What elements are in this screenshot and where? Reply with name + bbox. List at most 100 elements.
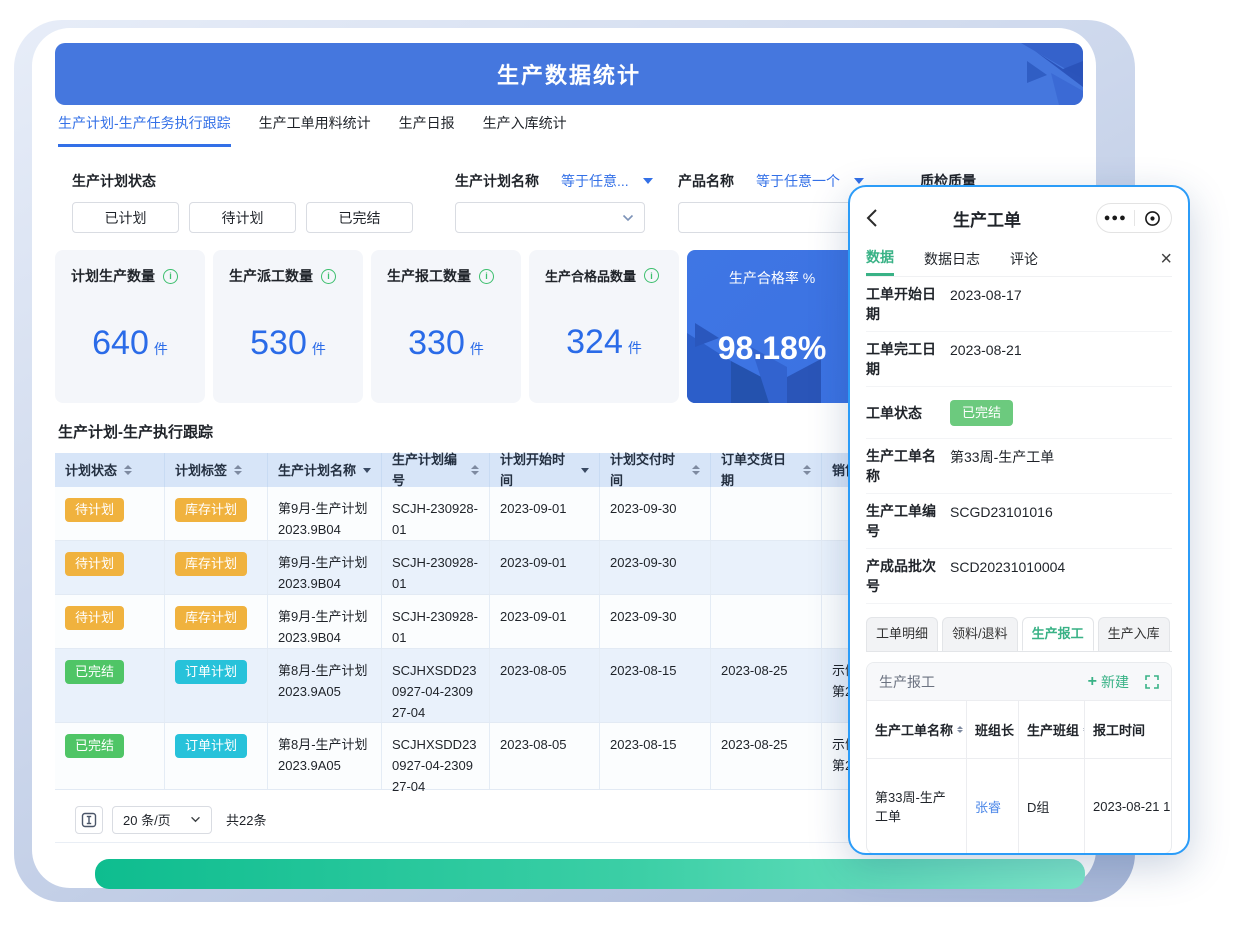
- sort-icon[interactable]: [234, 465, 242, 475]
- delivery-date-cell: [711, 595, 822, 648]
- filter-product-operator[interactable]: 等于任意一个: [756, 171, 840, 191]
- sort-icon[interactable]: [124, 465, 132, 475]
- column-header-plan-name[interactable]: 生产计划名称: [268, 453, 382, 487]
- subtable-column-team[interactable]: 生产班组: [1019, 701, 1085, 758]
- subtab-warehouse-entry[interactable]: 生产入库: [1098, 617, 1170, 651]
- status-badge: 待计划: [65, 498, 124, 522]
- stat-card-reported-qty: 生产报工数量 i 330件: [371, 250, 521, 403]
- field-label: 生产工单编号: [866, 501, 940, 541]
- column-settings-button[interactable]: [75, 806, 103, 834]
- report-time-cell: 2023-08-21 19:07: [1085, 759, 1171, 853]
- filter-plan-name-caption: 生产计划名称 等于任意...: [455, 171, 653, 191]
- subtable-column-name[interactable]: 生产工单名称: [867, 701, 967, 758]
- panel-tab-data-log[interactable]: 数据日志: [924, 241, 980, 276]
- subtable-column-leader[interactable]: 班组长: [967, 701, 1019, 758]
- field-row-workorder-name: 生产工单名称 第33周-生产工单: [866, 439, 1172, 494]
- tag-badge: 库存计划: [175, 498, 247, 522]
- sort-icon[interactable]: [692, 465, 700, 475]
- miniapp-capsule: ●●●: [1096, 203, 1172, 233]
- subtable-row[interactable]: 第33周-生产工单 张睿 D组 2023-08-21 19:07: [867, 759, 1171, 853]
- panel-tab-comments[interactable]: 评论: [1010, 241, 1038, 276]
- stat-value: 330: [408, 324, 465, 362]
- subtable-column-time[interactable]: 报工时间: [1085, 701, 1171, 758]
- main-tabs: 生产计划-生产任务执行跟踪 生产工单用料统计 生产日报 生产入库统计: [58, 113, 567, 147]
- info-icon[interactable]: i: [163, 269, 178, 284]
- due-time-cell: 2023-09-30: [600, 541, 711, 594]
- filter-plan-name-select[interactable]: [455, 202, 645, 233]
- filter-status-pending-button[interactable]: 待计划: [189, 202, 296, 233]
- back-icon[interactable]: [866, 208, 878, 228]
- field-row-batch-number: 产成品批次号 SCD20231010004: [866, 549, 1172, 604]
- sort-icon[interactable]: [803, 465, 811, 475]
- subtab-workorder-detail[interactable]: 工单明细: [866, 617, 938, 651]
- chevron-down-icon: [190, 816, 201, 823]
- stat-label: 生产合格品数量: [545, 266, 636, 285]
- panel-header: 生产工单 ●●●: [866, 195, 1172, 241]
- info-icon[interactable]: i: [321, 269, 336, 284]
- field-label: 生产工单名称: [866, 446, 940, 486]
- column-header-delivery-date[interactable]: 订单交货日期: [711, 453, 822, 487]
- start-time-cell: 2023-09-01: [490, 595, 600, 648]
- field-row-status: 工单状态 已完结: [866, 387, 1172, 439]
- column-header-plan-code[interactable]: 生产计划编号: [382, 453, 490, 487]
- status-badge: 已完结: [65, 660, 124, 684]
- header-decoration-crystals: [963, 43, 1083, 105]
- filter-plan-name-operator[interactable]: 等于任意...: [561, 171, 629, 191]
- filter-plan-name-label: 生产计划名称: [455, 171, 539, 191]
- status-badge: 待计划: [65, 552, 124, 576]
- plan-name-cell: 第9月-生产计划 2023.9B04: [268, 487, 382, 540]
- due-time-cell: 2023-09-30: [600, 595, 711, 648]
- total-count-label: 共22条: [226, 810, 266, 829]
- sort-desc-icon[interactable]: [581, 468, 589, 473]
- stat-card-pass-rate: 生产合格率 % 98.18%: [687, 250, 857, 403]
- leader-link[interactable]: 张睿: [975, 797, 1001, 816]
- page-size-select[interactable]: 20 条/页: [112, 806, 212, 834]
- info-icon[interactable]: i: [479, 269, 494, 284]
- column-header-status[interactable]: 计划状态: [55, 453, 165, 487]
- tag-badge: 订单计划: [175, 660, 247, 684]
- filter-product-label: 产品名称: [678, 171, 734, 191]
- status-badge: 待计划: [65, 606, 124, 630]
- tab-daily-report[interactable]: 生产日报: [399, 113, 455, 147]
- info-icon[interactable]: i: [644, 268, 659, 283]
- page-size-value: 20 条/页: [123, 810, 171, 829]
- column-header-due-time[interactable]: 计划交付时间: [600, 453, 711, 487]
- close-circle-icon[interactable]: [1135, 210, 1172, 227]
- field-value: SCGD23101016: [950, 501, 1053, 541]
- caret-down-icon[interactable]: [643, 178, 653, 184]
- sort-icon[interactable]: [471, 465, 479, 475]
- column-header-tag[interactable]: 计划标签: [165, 453, 268, 487]
- panel-tab-data[interactable]: 数据: [866, 241, 894, 276]
- tab-workorder-material-stats[interactable]: 生产工单用料统计: [259, 113, 371, 147]
- new-record-button[interactable]: + 新建: [1088, 672, 1129, 692]
- sort-desc-icon[interactable]: [363, 468, 371, 473]
- stat-card-dispatched-qty: 生产派工数量 i 530件: [213, 250, 363, 403]
- subtab-production-report[interactable]: 生产报工: [1022, 617, 1094, 651]
- filter-status-planned-button[interactable]: 已计划: [72, 202, 179, 233]
- subtab-material[interactable]: 领料/退料: [942, 617, 1018, 651]
- column-header-start-time[interactable]: 计划开始时间: [490, 453, 600, 487]
- expand-icon[interactable]: [1145, 675, 1159, 689]
- page-title: 生产数据统计: [497, 58, 641, 90]
- delivery-date-cell: [711, 541, 822, 594]
- status-badge: 已完结: [65, 734, 124, 758]
- close-icon[interactable]: ×: [1160, 249, 1172, 269]
- start-time-cell: 2023-08-05: [490, 723, 600, 789]
- workorder-detail-panel: 生产工单 ●●● 数据 数据日志 评论 × 工单开始日期 2023-08-17 …: [848, 185, 1190, 855]
- plan-code-cell: SCJH-230928-01: [382, 595, 490, 648]
- tab-warehouse-entry-stats[interactable]: 生产入库统计: [483, 113, 567, 147]
- filter-product-input[interactable]: [678, 202, 860, 233]
- caret-down-icon[interactable]: [854, 178, 864, 184]
- filter-product-caption: 产品名称 等于任意一个: [678, 171, 864, 191]
- stat-unit: 件: [154, 341, 168, 357]
- filter-status-finished-button[interactable]: 已完结: [306, 202, 413, 233]
- panel-title: 生产工单: [878, 206, 1096, 231]
- stat-value: 324: [566, 323, 623, 361]
- more-menu-icon[interactable]: ●●●: [1097, 212, 1134, 224]
- pass-rate-label: 生产合格率 %: [703, 268, 841, 288]
- panel-subtabs: 工单明细 领料/退料 生产报工 生产入库: [866, 617, 1172, 652]
- tab-production-plan-tracking[interactable]: 生产计划-生产任务执行跟踪: [58, 113, 231, 147]
- subcard-title: 生产报工: [879, 672, 1088, 692]
- workorder-name-cell: 第33周-生产工单: [867, 759, 967, 853]
- stat-value: 640: [92, 324, 149, 362]
